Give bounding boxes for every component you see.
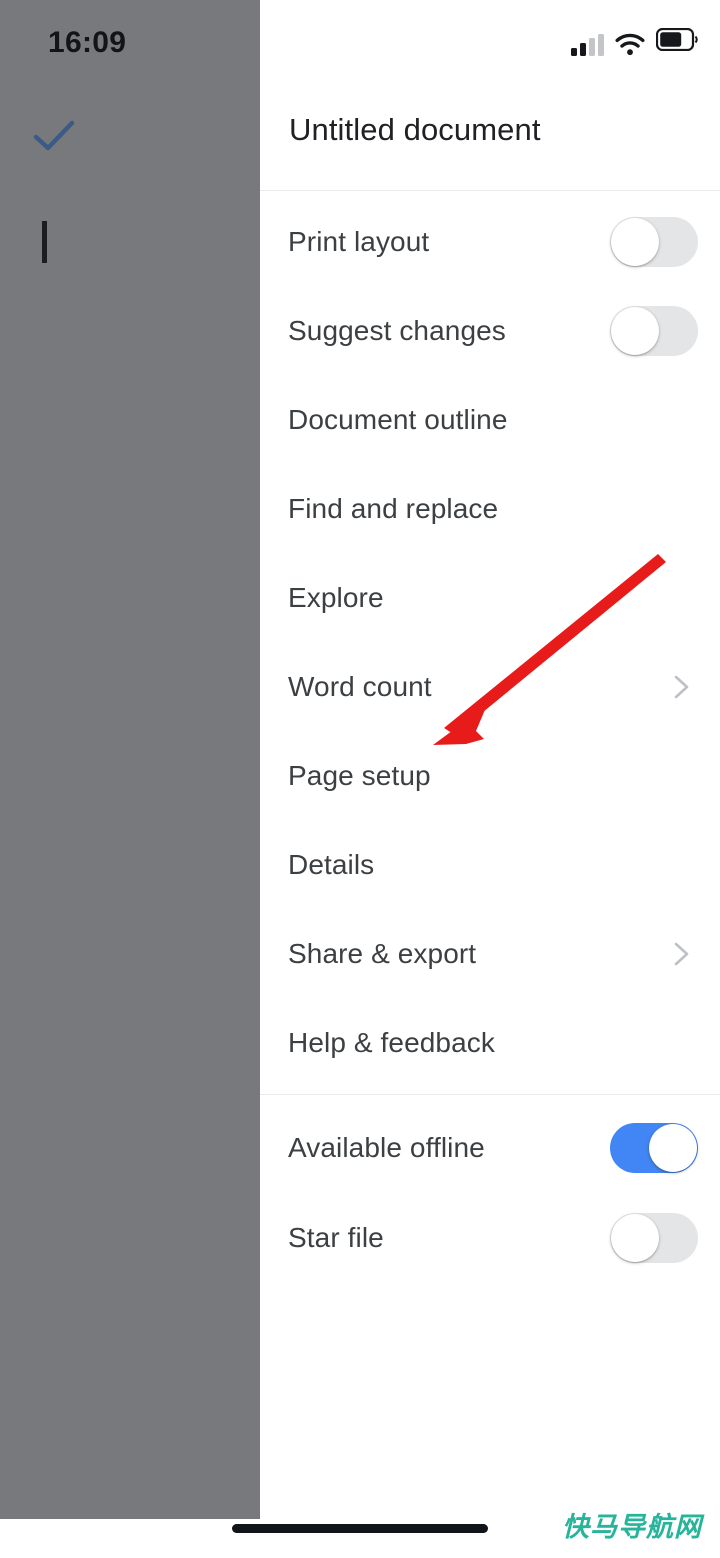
toggle-knob <box>611 218 659 266</box>
menu-item-label: Print layout <box>288 226 430 257</box>
menu-item-word-count[interactable]: Word count <box>260 651 720 723</box>
menu-item-share-and-export[interactable]: Share & export <box>260 918 720 990</box>
menu-item-label: Document outline <box>288 404 508 435</box>
menu-item-details[interactable]: Details <box>260 829 720 901</box>
text-caret <box>42 221 47 263</box>
star-file-toggle[interactable] <box>610 1213 698 1263</box>
check-icon[interactable] <box>32 118 76 154</box>
menu-item-star-file[interactable]: Star file <box>260 1202 720 1274</box>
toggle-knob <box>611 307 659 355</box>
menu-item-find-and-replace[interactable]: Find and replace <box>260 473 720 545</box>
menu-item-label: Help & feedback <box>288 1027 495 1058</box>
available-offline-toggle[interactable] <box>610 1123 698 1173</box>
document-options-sheet: Untitled document Print layout Suggest c… <box>260 0 720 1558</box>
toggle-knob <box>611 1214 659 1262</box>
menu-item-label: Find and replace <box>288 493 499 524</box>
menu-item-label: Explore <box>288 582 384 613</box>
cellular-signal-icon <box>571 34 604 56</box>
wifi-icon <box>615 33 645 56</box>
chevron-right-icon <box>674 675 689 699</box>
battery-icon <box>655 27 698 56</box>
menu-item-available-offline[interactable]: Available offline <box>260 1112 720 1184</box>
home-indicator[interactable] <box>232 1524 488 1533</box>
menu-item-help-and-feedback[interactable]: Help & feedback <box>260 1007 720 1079</box>
print-layout-toggle[interactable] <box>610 217 698 267</box>
menu-item-label: Available offline <box>288 1132 485 1163</box>
document-scrim-overlay[interactable] <box>0 0 260 1519</box>
section-divider-top <box>260 190 720 191</box>
toggle-knob <box>649 1124 697 1172</box>
site-watermark: 快马导航网 <box>562 1512 702 1543</box>
menu-item-explore[interactable]: Explore <box>260 562 720 634</box>
menu-item-document-outline[interactable]: Document outline <box>260 384 720 456</box>
menu-item-label: Details <box>288 849 375 880</box>
menu-item-page-setup[interactable]: Page setup <box>260 740 720 812</box>
status-bar-clock: 16:09 <box>48 26 127 59</box>
chevron-right-icon <box>674 942 689 966</box>
phone-screen: 16:09 Untitled document Print layout Sug… <box>0 0 720 1558</box>
menu-item-label: Page setup <box>288 760 431 791</box>
menu-item-suggest-changes[interactable]: Suggest changes <box>260 295 720 367</box>
menu-item-print-layout[interactable]: Print layout <box>260 206 720 278</box>
menu-item-label: Share & export <box>288 938 477 969</box>
page-title: Untitled document <box>289 112 541 147</box>
menu-item-label: Suggest changes <box>288 315 506 346</box>
menu-item-label: Star file <box>288 1222 384 1253</box>
status-bar-indicators <box>571 27 698 56</box>
section-divider-bottom <box>260 1094 720 1095</box>
menu-item-label: Word count <box>288 671 432 702</box>
suggest-changes-toggle[interactable] <box>610 306 698 356</box>
